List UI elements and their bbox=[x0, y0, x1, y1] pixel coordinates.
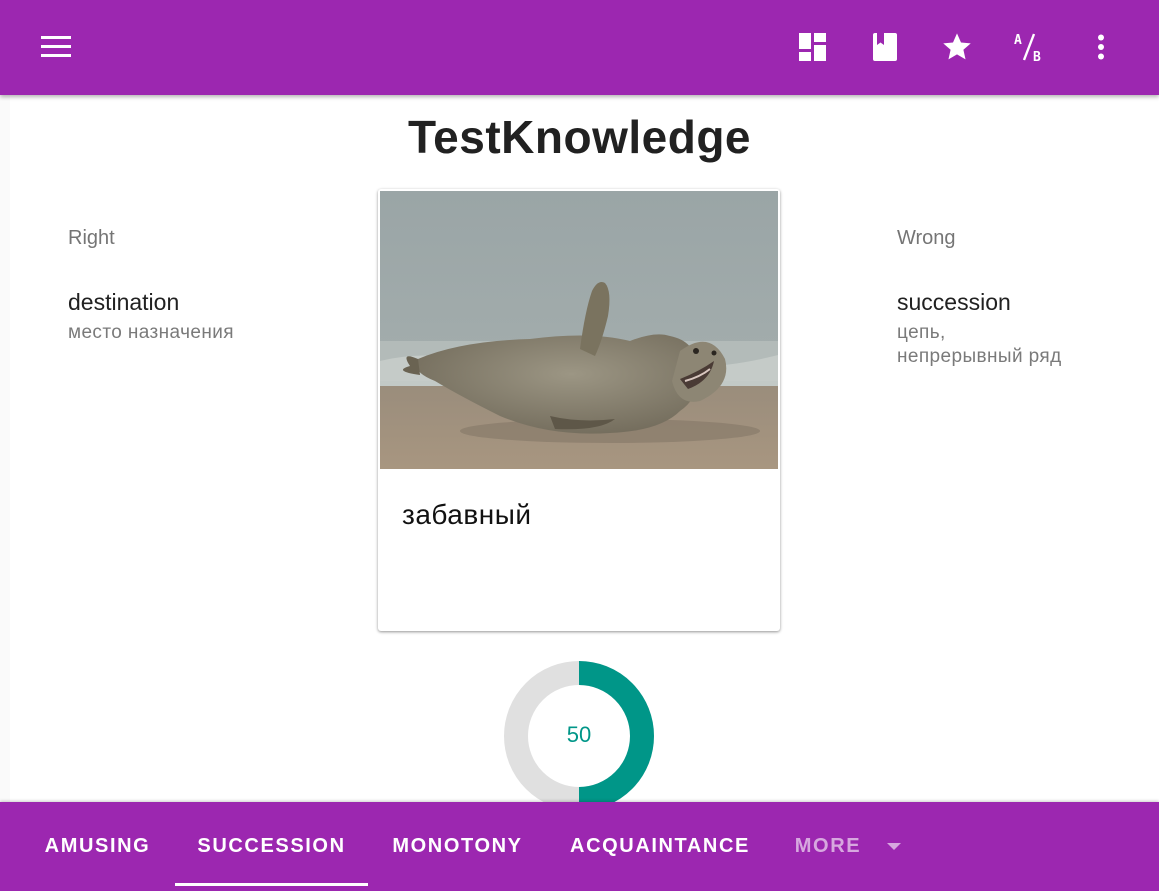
star-icon bbox=[943, 33, 971, 60]
dropdown-arrow-icon bbox=[887, 842, 902, 850]
wrong-translation-line: непрерывный ряд bbox=[897, 346, 1062, 367]
word-card[interactable]: забавный bbox=[378, 189, 780, 631]
wrong-label: Wrong bbox=[897, 227, 956, 249]
tab-more-label: MORE bbox=[794, 835, 862, 857]
tab-monotony[interactable]: MONOTONY bbox=[368, 802, 547, 891]
tab-amusing[interactable]: AMUSING bbox=[20, 802, 175, 891]
seal-photo bbox=[380, 191, 778, 469]
svg-text:B: B bbox=[1033, 50, 1041, 63]
dashboard-button[interactable] bbox=[789, 23, 837, 71]
tab-more[interactable]: MORE bbox=[773, 802, 923, 891]
more-options-button[interactable] bbox=[1077, 23, 1125, 71]
menu-icon bbox=[41, 36, 71, 57]
more-vert-icon bbox=[1098, 34, 1104, 60]
ab-test-button[interactable]: A B bbox=[1005, 23, 1053, 71]
book-icon bbox=[873, 33, 897, 61]
page-title: TestKnowledge bbox=[407, 111, 751, 163]
right-translation: место назначения bbox=[68, 322, 234, 343]
tab-indicator bbox=[175, 883, 368, 886]
right-label: Right bbox=[68, 227, 115, 249]
wrong-translation-line: цепь, bbox=[897, 322, 946, 343]
card-image bbox=[380, 191, 778, 469]
tab-acquaintance[interactable]: ACQUAINTANCE bbox=[547, 802, 773, 891]
wrong-word: succession bbox=[897, 289, 1011, 315]
book-button[interactable] bbox=[861, 23, 909, 71]
bottom-tab-bar: AMUSING SUCCESSION MONOTONY ACQUAINTANCE… bbox=[0, 802, 1159, 891]
svg-text:A: A bbox=[1014, 33, 1022, 48]
right-word: destination bbox=[68, 289, 180, 315]
menu-button[interactable] bbox=[32, 23, 80, 71]
card-word: забавный bbox=[402, 499, 532, 530]
tab-succession[interactable]: SUCCESSION bbox=[175, 802, 368, 891]
app-bar: A B bbox=[0, 0, 1159, 95]
progress-value: 50 bbox=[566, 722, 592, 747]
wrong-translation: цепь, непрерывный ряд bbox=[897, 321, 1062, 369]
dashboard-icon bbox=[799, 33, 826, 61]
ab-testing-icon: A B bbox=[1014, 33, 1041, 63]
favorites-button[interactable] bbox=[933, 23, 981, 71]
